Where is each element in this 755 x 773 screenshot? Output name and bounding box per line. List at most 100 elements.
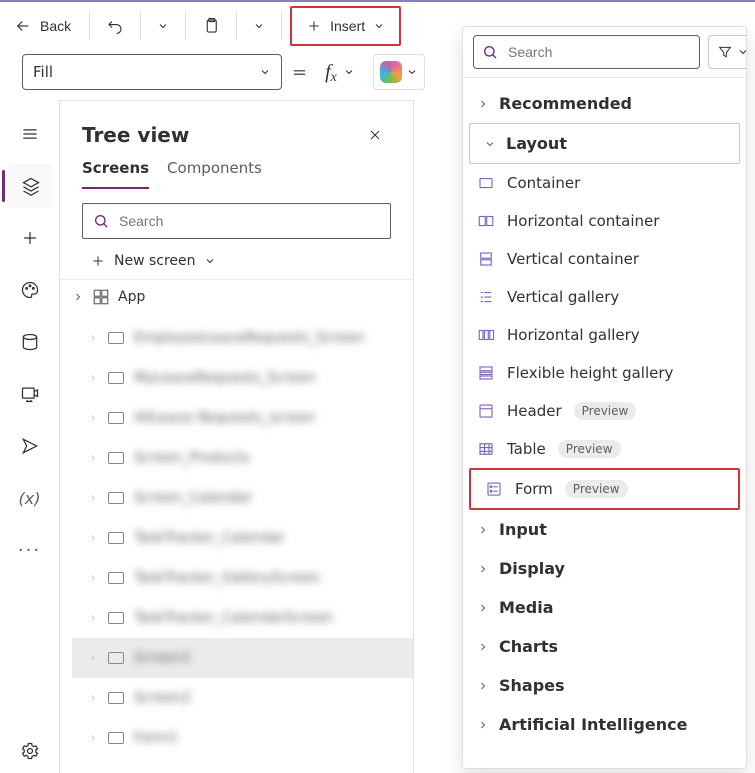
layout-vertical-gallery[interactable]: Vertical gallery xyxy=(463,278,746,316)
settings-nav[interactable] xyxy=(8,729,52,773)
chevron-down-icon xyxy=(343,66,355,78)
item-label: Vertical container xyxy=(507,250,639,268)
tree-item[interactable]: Form1 xyxy=(72,718,413,758)
divider xyxy=(236,12,237,40)
divider xyxy=(281,12,282,40)
tree-search[interactable] xyxy=(82,203,391,239)
tree-item[interactable]: TaskTracker_CalendarScreen xyxy=(72,598,413,638)
divider xyxy=(89,12,90,40)
layout-flexible-gallery[interactable]: Flexible height gallery xyxy=(463,354,746,392)
layout-container[interactable]: Container xyxy=(463,164,746,202)
flows-nav[interactable] xyxy=(8,424,52,468)
category-charts[interactable]: Charts xyxy=(463,627,746,666)
tree-item[interactable]: AllLeave Requests_screen xyxy=(72,398,413,438)
hamburger-button[interactable] xyxy=(8,112,52,156)
data-nav[interactable] xyxy=(8,320,52,364)
tree-items: EmployeeLeaveRequests_Screen MyLeaveReque… xyxy=(60,314,413,758)
insert-search-row xyxy=(463,27,746,78)
hcontainer-icon xyxy=(477,212,495,230)
layout-vertical-container[interactable]: Vertical container xyxy=(463,240,746,278)
tree-item[interactable]: EmployeeLeaveRequests_Screen xyxy=(72,318,413,358)
chevron-down-icon xyxy=(259,66,271,78)
chevron-right-icon xyxy=(88,493,98,503)
chevron-down-icon xyxy=(204,255,216,267)
insert-search-input[interactable] xyxy=(506,43,691,61)
preview-badge: Preview xyxy=(574,402,637,420)
category-media[interactable]: Media xyxy=(463,588,746,627)
layout-horizontal-container[interactable]: Horizontal container xyxy=(463,202,746,240)
screen-icon xyxy=(108,412,124,424)
property-dropdown[interactable]: Fill xyxy=(22,54,282,90)
variables-nav[interactable]: (x) xyxy=(8,476,52,520)
tree-item-label: EmployeeLeaveRequests_Screen xyxy=(134,330,364,346)
hamburger-icon xyxy=(20,124,40,144)
undo-button[interactable] xyxy=(98,8,132,44)
item-label: Form xyxy=(515,480,553,498)
left-nav-rail: (x) ··· xyxy=(0,100,60,773)
category-recommended[interactable]: Recommended xyxy=(463,84,746,123)
category-input[interactable]: Input xyxy=(463,510,746,549)
layout-form[interactable]: Form Preview xyxy=(469,468,740,510)
media-nav[interactable] xyxy=(8,372,52,416)
screen-icon xyxy=(108,652,124,664)
close-tree-button[interactable] xyxy=(359,123,391,147)
paste-button[interactable] xyxy=(194,8,228,44)
screen-icon xyxy=(108,492,124,504)
more-nav[interactable]: ··· xyxy=(8,528,52,572)
category-display[interactable]: Display xyxy=(463,549,746,588)
category-shapes[interactable]: Shapes xyxy=(463,666,746,705)
database-icon xyxy=(20,332,40,352)
tree-item[interactable]: Screen_Calendar xyxy=(72,478,413,518)
insert-filter-button[interactable] xyxy=(708,35,747,69)
back-button[interactable]: Back xyxy=(4,8,81,44)
flow-icon xyxy=(20,436,40,456)
screen-icon xyxy=(108,612,124,624)
theme-nav[interactable] xyxy=(8,268,52,312)
tab-screens[interactable]: Screens xyxy=(82,159,149,189)
chevron-right-icon xyxy=(477,719,489,731)
media-icon xyxy=(20,384,40,404)
tab-components[interactable]: Components xyxy=(167,159,262,189)
fx-button[interactable]: fx xyxy=(317,54,363,90)
insert-button[interactable]: Insert xyxy=(296,8,395,44)
category-layout[interactable]: Layout xyxy=(469,123,740,164)
chevron-right-icon xyxy=(88,573,98,583)
close-icon xyxy=(367,127,383,143)
equals-sign: = xyxy=(292,62,307,83)
tree-item[interactable]: Screen1 xyxy=(72,638,413,678)
tree-item-label: Screen2 xyxy=(134,690,191,706)
insert-search[interactable] xyxy=(473,35,700,69)
app-grid-icon xyxy=(92,288,110,306)
category-label: Artificial Intelligence xyxy=(499,715,687,734)
flexgallery-icon xyxy=(477,364,495,382)
layout-header[interactable]: Header Preview xyxy=(463,392,746,430)
insert-list: Recommended Layout Container Horizontal … xyxy=(463,78,746,768)
category-label: Shapes xyxy=(499,676,565,695)
layout-table[interactable]: Table Preview xyxy=(463,430,746,468)
copilot-button[interactable] xyxy=(373,54,425,90)
new-screen-button[interactable]: New screen xyxy=(60,247,413,279)
insert-button-highlight: Insert xyxy=(290,6,401,46)
arrow-left-icon xyxy=(14,17,32,35)
tree-item-label: MyLeaveRequests_Screen xyxy=(134,370,315,386)
screen-icon xyxy=(108,692,124,704)
tree-item-label: Screen_Calendar xyxy=(134,490,252,506)
undo-dropdown[interactable] xyxy=(149,8,177,44)
search-icon xyxy=(93,213,109,229)
container-icon xyxy=(477,174,495,192)
tree-root-app[interactable]: App xyxy=(60,279,413,314)
tree-item[interactable]: Screen_Products xyxy=(72,438,413,478)
tree-search-input[interactable] xyxy=(117,212,380,230)
chevron-down-icon xyxy=(484,138,496,150)
chevron-right-icon xyxy=(72,291,84,303)
tree-item[interactable]: TaskTracker_Calendar xyxy=(72,518,413,558)
insert-nav[interactable] xyxy=(8,216,52,260)
category-ai[interactable]: Artificial Intelligence xyxy=(463,705,746,744)
tree-item[interactable]: Screen2 xyxy=(72,678,413,718)
layout-horizontal-gallery[interactable]: Horizontal gallery xyxy=(463,316,746,354)
paste-dropdown[interactable] xyxy=(245,8,273,44)
chevron-right-icon xyxy=(88,453,98,463)
tree-item[interactable]: MyLeaveRequests_Screen xyxy=(72,358,413,398)
tree-view-nav[interactable] xyxy=(8,164,52,208)
tree-item[interactable]: TaskTracker_GalleryScreen xyxy=(72,558,413,598)
